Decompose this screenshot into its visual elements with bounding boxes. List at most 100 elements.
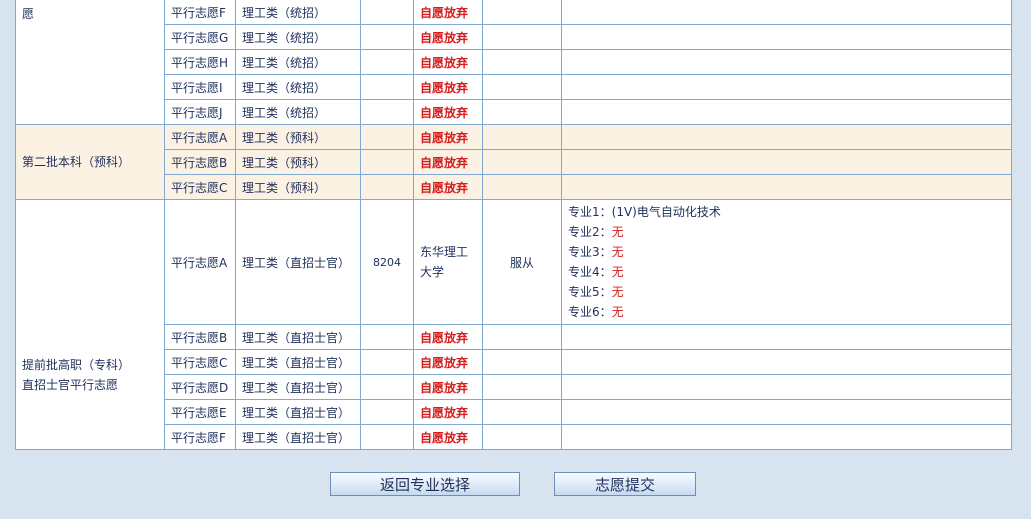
table-row: 提前批高职（专科） 直招士官平行志愿 平行志愿A 理工类（直招士官） 8204 …	[15, 199, 1012, 450]
code-cell	[360, 399, 414, 425]
accept-cell	[482, 174, 562, 200]
category-cell: 理工类（统招）	[235, 99, 361, 125]
volunteer-name: 平行志愿A	[164, 124, 236, 150]
volunteer-name: 平行志愿E	[164, 399, 236, 425]
major-item: 专业3：无	[568, 245, 624, 259]
table-row: 平行志愿D 理工类（直招士官） 自愿放弃	[16, 374, 1012, 400]
accept-cell	[482, 74, 562, 100]
status-give-up: 自愿放弃	[413, 174, 483, 200]
volunteer-name: 平行志愿A	[164, 199, 236, 325]
table-row: 平行志愿H 理工类（统招） 自愿放弃	[16, 49, 1012, 75]
accept-cell	[482, 349, 562, 375]
volunteer-name: 平行志愿B	[164, 149, 236, 175]
table-row: 平行志愿B 理工类（直招士官） 自愿放弃	[16, 324, 1012, 350]
accept-cell	[482, 49, 562, 75]
category-cell: 理工类（直招士官）	[235, 399, 361, 425]
accept-cell	[482, 124, 562, 150]
majors-cell	[561, 0, 1012, 25]
volunteer-name: 平行志愿F	[164, 424, 236, 450]
majors-cell	[561, 124, 1012, 150]
batch-cell: 第二批本科（预科）	[15, 124, 165, 200]
batch-cell: 愿	[15, 0, 165, 125]
submit-volunteer-button[interactable]: 志愿提交	[554, 472, 696, 496]
accept-cell	[482, 24, 562, 50]
status-give-up: 自愿放弃	[413, 74, 483, 100]
accept-cell	[482, 149, 562, 175]
code-cell	[360, 424, 414, 450]
back-to-major-selection-button[interactable]: 返回专业选择	[330, 472, 520, 496]
category-cell: 理工类（统招）	[235, 0, 361, 25]
category-cell: 理工类（预科）	[235, 149, 361, 175]
majors-cell	[561, 349, 1012, 375]
code-cell	[360, 374, 414, 400]
volunteer-name: 平行志愿C	[164, 174, 236, 200]
category-cell: 理工类（预科）	[235, 174, 361, 200]
volunteer-name: 平行志愿H	[164, 49, 236, 75]
status-give-up: 自愿放弃	[413, 0, 483, 25]
status-give-up: 自愿放弃	[413, 324, 483, 350]
table-row: 平行志愿I 理工类（统招） 自愿放弃	[16, 74, 1012, 100]
volunteer-table-container: 愿 平行志愿F 理工类（统招） 自愿放弃 平行志愿G 理工类（统招） 自愿放弃 …	[15, 0, 1012, 450]
major-item: 专业5：无	[568, 285, 624, 299]
category-cell: 理工类（统招）	[235, 24, 361, 50]
code-cell	[360, 349, 414, 375]
accept-cell	[482, 374, 562, 400]
accept-cell	[482, 399, 562, 425]
status-give-up: 自愿放弃	[413, 399, 483, 425]
volunteer-name: 平行志愿I	[164, 74, 236, 100]
major-item: 专业2：无	[568, 225, 624, 239]
accept-cell	[482, 99, 562, 125]
major-item: 专业6：无	[568, 305, 624, 319]
batch-label-line1: 提前批高职（专科）	[22, 357, 131, 372]
accept-cell	[482, 424, 562, 450]
table-row: 平行志愿J 理工类（统招） 自愿放弃	[16, 99, 1012, 125]
code-cell	[360, 124, 414, 150]
volunteer-name: 平行志愿C	[164, 349, 236, 375]
category-cell: 理工类（直招士官）	[235, 424, 361, 450]
category-cell: 理工类（直招士官）	[235, 324, 361, 350]
category-cell: 理工类（预科）	[235, 124, 361, 150]
table-row: 平行志愿F 理工类（直招士官） 自愿放弃	[16, 424, 1012, 450]
table-row: 平行志愿G 理工类（统招） 自愿放弃	[16, 24, 1012, 50]
table-row: 平行志愿E 理工类（直招士官） 自愿放弃	[16, 399, 1012, 425]
volunteer-name: 平行志愿J	[164, 99, 236, 125]
category-cell: 理工类（统招）	[235, 74, 361, 100]
majors-cell	[561, 174, 1012, 200]
majors-cell	[561, 374, 1012, 400]
accept-cell	[482, 0, 562, 25]
major-item: 专业4：无	[568, 265, 624, 279]
code-cell	[360, 174, 414, 200]
code-cell	[360, 24, 414, 50]
table-row: 平行志愿B 理工类（预科） 自愿放弃	[16, 149, 1012, 175]
status-give-up: 自愿放弃	[413, 374, 483, 400]
table-row: 平行志愿C 理工类（预科） 自愿放弃	[16, 174, 1012, 200]
status-give-up: 自愿放弃	[413, 24, 483, 50]
status-give-up: 自愿放弃	[413, 124, 483, 150]
volunteer-name: 平行志愿F	[164, 0, 236, 25]
code-cell	[360, 74, 414, 100]
accept-cell	[482, 324, 562, 350]
majors-cell	[561, 49, 1012, 75]
code-cell	[360, 0, 414, 25]
majors-cell	[561, 424, 1012, 450]
status-give-up: 自愿放弃	[413, 424, 483, 450]
status-give-up: 自愿放弃	[413, 49, 483, 75]
majors-cell	[561, 99, 1012, 125]
code-cell	[360, 324, 414, 350]
status-give-up: 自愿放弃	[413, 149, 483, 175]
code-cell	[360, 99, 414, 125]
table-row: 平行志愿C 理工类（直招士官） 自愿放弃	[16, 349, 1012, 375]
volunteer-name: 平行志愿D	[164, 374, 236, 400]
majors-list: 专业1：(1V)电气自动化技术 专业2：无 专业3：无 专业4：无 专业5：无 …	[561, 199, 1012, 325]
major-item: 专业1：(1V)电气自动化技术	[568, 205, 721, 219]
majors-cell	[561, 324, 1012, 350]
majors-cell	[561, 24, 1012, 50]
majors-cell	[561, 74, 1012, 100]
volunteer-name: 平行志愿G	[164, 24, 236, 50]
majors-cell	[561, 149, 1012, 175]
school-code: 8204	[360, 199, 414, 325]
category-cell: 理工类（直招士官）	[235, 199, 361, 325]
code-cell	[360, 149, 414, 175]
status-give-up: 自愿放弃	[413, 349, 483, 375]
category-cell: 理工类（直招士官）	[235, 374, 361, 400]
